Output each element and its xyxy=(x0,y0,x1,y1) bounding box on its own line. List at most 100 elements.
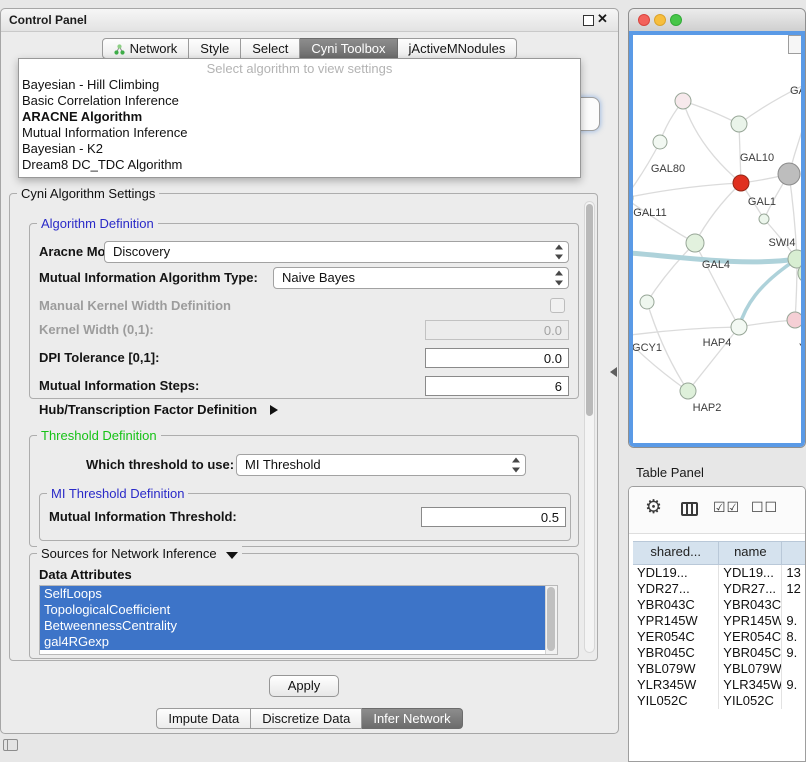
expander-arrow-icon xyxy=(270,405,278,415)
table-toolbar: ⚙ ☑☑ ☐☐ xyxy=(629,487,805,534)
table-row[interactable]: YBL079WYBL079W xyxy=(633,661,806,677)
table-panel-window: ⚙ ☑☑ ☐☐ shared...nameYDL19...YDL19...13Y… xyxy=(628,486,806,762)
network-node[interactable] xyxy=(731,319,747,335)
network-node[interactable] xyxy=(733,175,749,191)
close-icon[interactable]: ✕ xyxy=(597,11,608,27)
tab-jactivemnodules[interactable]: jActiveMNodules xyxy=(398,38,518,59)
table-cell: YDL19... xyxy=(633,565,719,581)
table-row[interactable]: YDR27...YDR27...12 xyxy=(633,581,806,597)
algorithm-option[interactable]: Mutual Information Inference xyxy=(19,125,580,141)
tab-cyni-toolbox[interactable]: Cyni Toolbox xyxy=(300,38,397,59)
network-view-window: GAL80GAL10GAL11GAL1SWI4GAL4GCY1HAP4HAP2G… xyxy=(628,8,806,448)
select-all-checkboxes-icon[interactable]: ☑☑ xyxy=(713,500,740,516)
attributes-scrollbar[interactable] xyxy=(545,586,557,654)
network-node[interactable] xyxy=(640,295,654,309)
minimize-traffic-light[interactable] xyxy=(654,14,666,26)
network-canvas[interactable]: GAL80GAL10GAL11GAL1SWI4GAL4GCY1HAP4HAP2G… xyxy=(633,35,805,447)
column-header[interactable]: shared... xyxy=(633,542,719,564)
tab-network[interactable]: Network xyxy=(102,38,190,59)
minimized-panel-icon[interactable] xyxy=(3,739,18,751)
algorithm-option[interactable]: Basic Correlation Inference xyxy=(19,93,580,109)
node-attribute-table: shared...nameYDL19...YDL19...13YDR27...Y… xyxy=(633,541,806,709)
gear-icon[interactable]: ⚙ xyxy=(645,496,662,518)
attribute-item[interactable]: SelfLoops xyxy=(40,586,546,602)
close-traffic-light[interactable] xyxy=(638,14,650,26)
table-cell xyxy=(782,693,806,709)
hub-definition-expander[interactable]: Hub/Transcription Factor Definition xyxy=(39,401,278,419)
network-node[interactable] xyxy=(680,383,696,399)
network-node[interactable] xyxy=(686,234,704,252)
network-node[interactable] xyxy=(675,93,691,109)
bottom-tab-infer-network[interactable]: Infer Network xyxy=(362,708,462,729)
birdseye-corner-box[interactable] xyxy=(788,35,804,54)
table-cell: YLR345W xyxy=(633,677,719,693)
column-header[interactable] xyxy=(782,542,806,564)
table-cell: YIL052C xyxy=(633,693,719,709)
node-label: GAL10 xyxy=(740,152,774,164)
which-threshold-value: MI Threshold xyxy=(245,457,321,472)
tab-select[interactable]: Select xyxy=(241,38,300,59)
bottom-tab-discretize-data[interactable]: Discretize Data xyxy=(251,708,362,729)
bottom-tab-impute-data[interactable]: Impute Data xyxy=(156,708,251,729)
table-cell: YBR045C xyxy=(719,645,782,661)
which-threshold-select[interactable]: MI Threshold xyxy=(236,454,526,476)
network-node[interactable] xyxy=(788,250,805,268)
data-attributes-items: SelfLoopsTopologicalCoefficientBetweenne… xyxy=(40,586,546,654)
zoom-traffic-light[interactable] xyxy=(670,14,682,26)
table-header-row: shared...name xyxy=(633,541,806,565)
mi-threshold-input[interactable] xyxy=(421,507,566,527)
clear-all-checkboxes-icon[interactable]: ☐☐ xyxy=(751,500,778,516)
attribute-item[interactable]: BetweennessCentrality xyxy=(40,618,546,634)
algorithm-option[interactable]: ARACNE Algorithm xyxy=(19,109,580,125)
network-node[interactable] xyxy=(787,312,803,328)
manual-kernel-checkbox[interactable] xyxy=(550,298,565,313)
network-node[interactable] xyxy=(778,163,800,185)
table-cell: 13 xyxy=(782,565,806,581)
attribute-item[interactable]: TopologicalCoefficient xyxy=(40,602,546,618)
table-cell: YLR345W xyxy=(719,677,782,693)
apply-button[interactable]: Apply xyxy=(269,675,339,697)
table-row[interactable]: YDL19...YDL19...13 xyxy=(633,565,806,581)
aracne-mode-select[interactable]: Discovery xyxy=(104,241,569,263)
table-cell: 9. xyxy=(782,645,806,661)
algorithm-option[interactable]: Dream8 DC_TDC Algorithm xyxy=(19,157,580,173)
scrollbar-thumb[interactable] xyxy=(547,587,555,651)
network-node[interactable] xyxy=(731,116,747,132)
tab-label: Network xyxy=(130,41,178,56)
table-cell: 9. xyxy=(782,613,806,629)
table-row[interactable]: YLR345WYLR345W9. xyxy=(633,677,806,693)
mi-steps-input[interactable] xyxy=(425,376,569,396)
dpi-tolerance-input[interactable] xyxy=(425,348,569,368)
attribute-item[interactable]: gal4RGexp xyxy=(40,634,546,650)
table-row[interactable]: YBR045CYBR045C9. xyxy=(633,645,806,661)
table-cell xyxy=(782,597,806,613)
table-cell: 12 xyxy=(782,581,806,597)
table-cell: YBR043C xyxy=(633,597,719,613)
sources-group-title[interactable]: Sources for Network Inference xyxy=(37,546,242,561)
float-window-button[interactable] xyxy=(583,15,594,26)
table-row[interactable]: YIL052CYIL052C xyxy=(633,693,806,709)
tab-label: Select xyxy=(252,41,288,56)
splitter-collapse-arrow[interactable] xyxy=(610,367,617,377)
table-row[interactable]: YER054CYER054C8. xyxy=(633,629,806,645)
algorithm-option[interactable]: Bayesian - K2 xyxy=(19,141,580,157)
network-node[interactable] xyxy=(759,214,769,224)
algorithm-option[interactable]: Bayesian - Hill Climbing xyxy=(19,77,580,93)
network-node[interactable] xyxy=(653,135,667,149)
table-row[interactable]: YPR145WYPR145W9. xyxy=(633,613,806,629)
combo-arrows-icon xyxy=(555,271,563,286)
table-row[interactable]: YBR043CYBR043C xyxy=(633,597,806,613)
column-header[interactable]: name xyxy=(719,542,782,564)
node-label: GAL80 xyxy=(651,163,685,175)
tab-label: Style xyxy=(200,41,229,56)
data-attributes-label: Data Attributes xyxy=(39,567,132,582)
settings-scrollbar[interactable] xyxy=(584,201,595,653)
kernel-width-label: Kernel Width (0,1): xyxy=(39,319,154,341)
tab-style[interactable]: Style xyxy=(189,38,241,59)
mi-type-select[interactable]: Naive Bayes xyxy=(273,267,569,289)
columns-icon[interactable] xyxy=(681,502,698,516)
node-label: GCY1 xyxy=(633,342,662,354)
scrollbar-thumb[interactable] xyxy=(586,204,593,416)
kernel-width-input[interactable] xyxy=(425,320,569,340)
mi-type-value: Naive Bayes xyxy=(282,270,355,285)
